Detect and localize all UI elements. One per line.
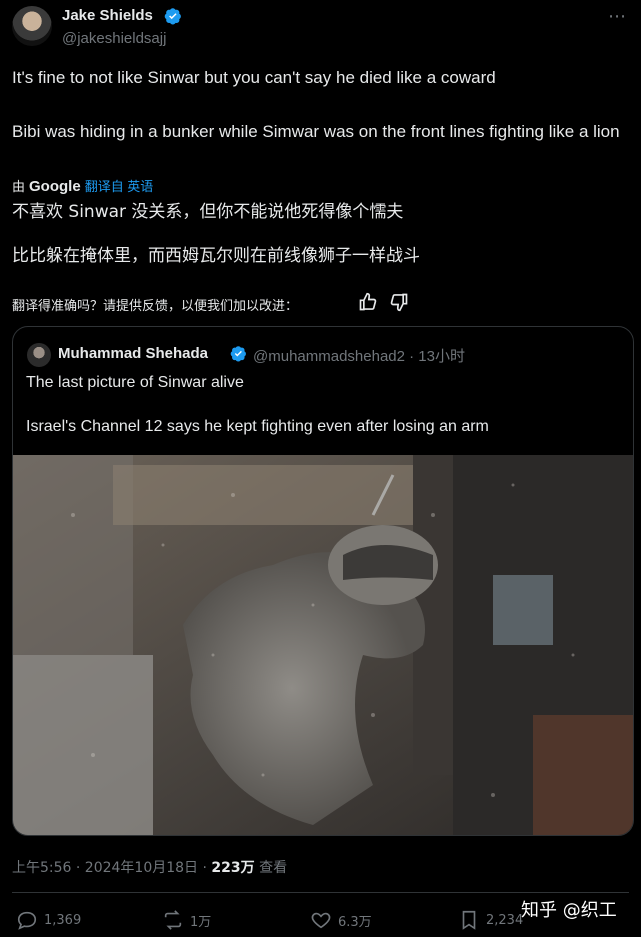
quoted-tweet-text-2: Israel's Channel 12 says he kept fightin… — [26, 418, 489, 435]
bookmark-count: 2,234 — [486, 912, 524, 928]
reply-icon — [17, 911, 37, 930]
translation-by-prefix: 由 — [12, 179, 26, 194]
quoted-tweet-card[interactable]: Muhammad Shehada @muhammadshehad2 · 13小时… — [12, 326, 634, 836]
grainy-photo-illustration — [13, 455, 633, 835]
google-logo: Google — [29, 178, 81, 195]
thumbs-down-icon[interactable] — [389, 292, 409, 312]
translation-feedback-prompt: 翻译得准确吗？请提供反馈，以便我们加以改进： — [12, 299, 299, 314]
translated-text-2: 比比躲在掩体里，而西姆瓦尔则在前线像狮子一样战斗 — [12, 246, 420, 266]
quoted-tweet-image[interactable] — [13, 455, 633, 835]
like-count: 6.3万 — [338, 914, 372, 930]
author-name[interactable]: Jake Shields — [62, 7, 153, 24]
views-label: 查看 — [254, 860, 288, 876]
translation-source-link[interactable]: 翻译自 英语 — [85, 179, 154, 194]
verified-badge-icon — [164, 8, 181, 25]
repost-icon — [164, 910, 182, 930]
verified-badge-icon — [230, 346, 246, 362]
quoted-author-handle-time[interactable]: @muhammadshehad2 · 13小时 — [253, 345, 465, 366]
author-avatar[interactable] — [12, 6, 52, 46]
repost-button[interactable]: 1万 — [162, 908, 211, 932]
heart-icon — [311, 912, 331, 929]
thumbs-up-icon[interactable] — [358, 292, 378, 312]
bookmark-button[interactable]: 2,234 — [458, 908, 523, 932]
views-count: 223万 — [211, 860, 255, 876]
tweet-text-2: Bibi was hiding in a bunker while Simwar… — [12, 122, 620, 141]
quoted-tweet-text-1: The last picture of Sinwar alive — [26, 374, 244, 391]
quoted-author-name[interactable]: Muhammad Shehada — [58, 345, 208, 362]
reply-count: 1,369 — [44, 912, 82, 928]
quoted-author-avatar[interactable] — [27, 343, 51, 367]
tweet-text-1: It's fine to not like Sinwar but you can… — [12, 68, 496, 87]
like-button[interactable]: 6.3万 — [310, 908, 372, 932]
translation-attribution: 由 Google 翻译自 英语 — [12, 176, 153, 195]
bookmark-icon — [462, 910, 476, 930]
reply-button[interactable]: 1,369 — [16, 908, 81, 932]
translated-text-1: 不喜欢 Sinwar 没关系，但你不能说他死得像个懦夫 — [12, 202, 404, 222]
tweet-timestamp[interactable]: 上午5:56 · 2024年10月18日 · — [12, 860, 211, 876]
author-handle[interactable]: @jakeshieldsajj — [62, 30, 166, 47]
divider — [12, 892, 629, 893]
tweet-meta: 上午5:56 · 2024年10月18日 · 223万 查看 — [12, 857, 287, 877]
repost-count: 1万 — [190, 914, 212, 930]
more-icon[interactable]: ⋯ — [608, 6, 627, 27]
watermark: 知乎 @织工 — [521, 900, 617, 921]
